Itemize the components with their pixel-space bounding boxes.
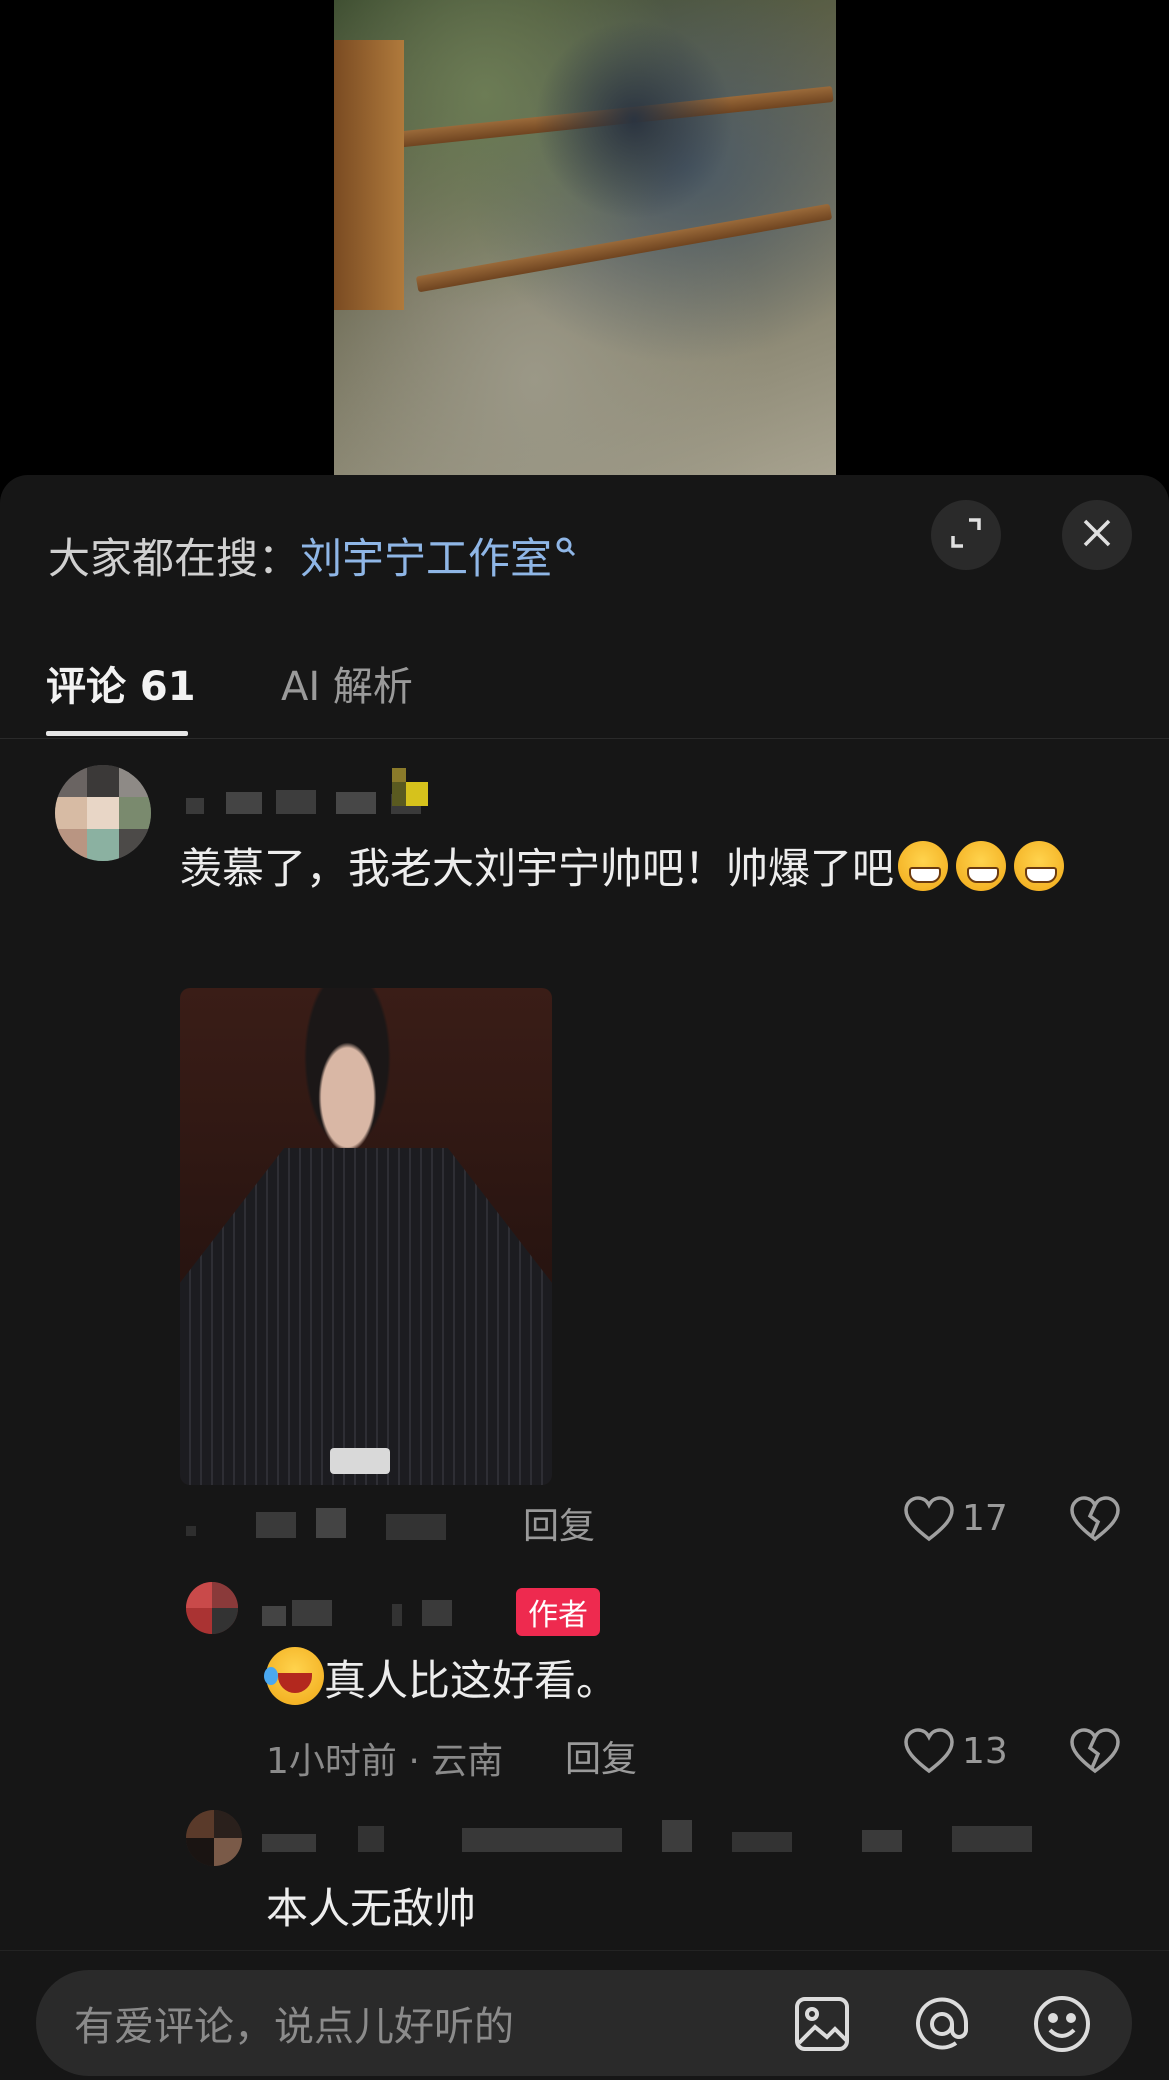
image-icon — [795, 1997, 849, 2051]
comment-input-placeholder: 有爱评论，说点儿好听的 — [74, 2004, 514, 2050]
video-frame[interactable] — [334, 0, 836, 475]
avatar[interactable] — [55, 765, 151, 861]
username-redacted[interactable] — [262, 1596, 502, 1626]
comment-text: 羡慕了，我老大刘宇宁帅吧！帅爆了吧 — [180, 844, 895, 893]
like-button[interactable] — [904, 1728, 954, 1778]
tab-ai-analysis[interactable]: AI 解析 — [281, 654, 413, 712]
heart-icon — [904, 1496, 954, 1542]
avatar[interactable] — [186, 1810, 242, 1866]
at-icon — [916, 1997, 969, 2050]
grin-emoji-icon — [1014, 841, 1065, 891]
search-term-link[interactable]: 刘宇宁工作室 — [300, 534, 552, 583]
comment-body: 羡慕了，我老大刘宇宁帅吧！帅爆了吧 — [180, 832, 1110, 906]
like-count: 13 — [962, 1731, 1008, 1772]
user-badge-icon — [392, 768, 432, 820]
comment-time-location: 1小时前 · 云南 — [266, 1741, 504, 1782]
reply-button[interactable]: 回复 — [523, 1497, 595, 1549]
grin-emoji-icon — [898, 841, 949, 891]
laughing-emoji-icon — [264, 1647, 324, 1705]
tabs-divider — [0, 738, 1169, 739]
tab-comments[interactable]: 评论 61 — [46, 654, 196, 712]
close-icon — [1080, 516, 1114, 554]
image-picker-button[interactable] — [790, 1992, 854, 2056]
dislike-button[interactable] — [1070, 1496, 1120, 1546]
comment-image[interactable] — [180, 988, 552, 1485]
active-tab-indicator — [46, 731, 188, 736]
reply-button[interactable]: 回复 — [565, 1730, 637, 1782]
mention-button[interactable] — [910, 1992, 974, 2056]
grin-emoji-icon — [956, 841, 1007, 891]
expand-icon — [949, 516, 983, 554]
comment-meta-redacted — [186, 1502, 476, 1542]
heart-icon — [904, 1728, 954, 1774]
emoji-button[interactable] — [1030, 1992, 1094, 2056]
avatar[interactable] — [186, 1582, 238, 1634]
author-badge: 作者 — [516, 1588, 600, 1636]
username-redacted[interactable] — [262, 1812, 1082, 1856]
search-suggestion[interactable]: 大家都在搜：刘宇宁工作室 — [48, 520, 578, 586]
comment-text: 真人比这好看。 — [324, 1656, 619, 1705]
comment-body: 真人比这好看。 — [264, 1644, 619, 1718]
like-button[interactable] — [904, 1496, 954, 1546]
expand-button[interactable] — [931, 500, 1001, 570]
broken-heart-icon — [1070, 1728, 1120, 1774]
smiley-icon — [1034, 1996, 1090, 2052]
close-button[interactable] — [1062, 500, 1132, 570]
comment-text: 本人无敌帅 — [266, 1884, 477, 1933]
search-prefix: 大家都在搜： — [48, 534, 301, 583]
like-count: 17 — [962, 1498, 1008, 1539]
broken-heart-icon — [1070, 1496, 1120, 1542]
dislike-button[interactable] — [1070, 1728, 1120, 1778]
search-icon — [554, 520, 578, 569]
